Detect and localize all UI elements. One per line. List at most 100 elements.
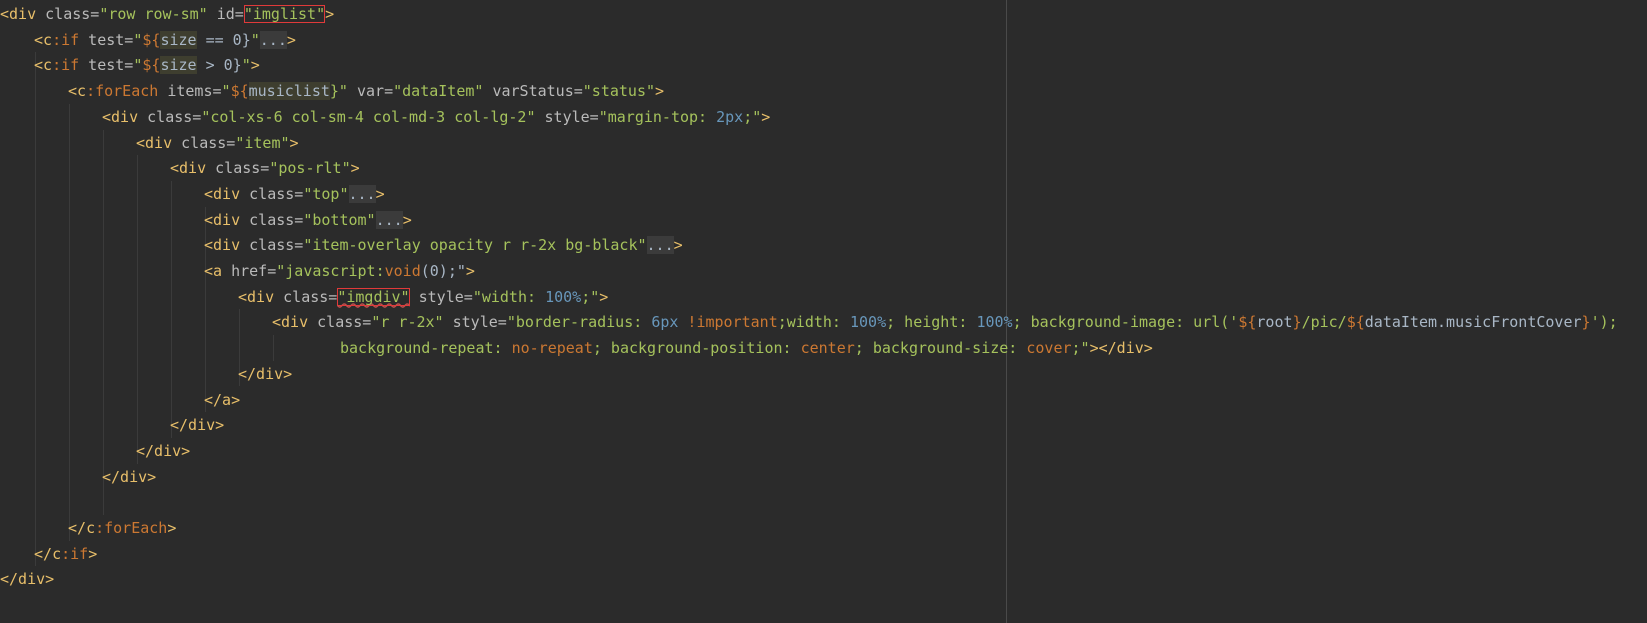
code-token: "row row-sm" (99, 5, 208, 23)
indent-guide (273, 335, 274, 361)
code-line: <div class="row row-sm" id="imglist"> (0, 1, 334, 28)
code-token: < (34, 56, 44, 75)
code-token: </div> (170, 416, 225, 435)
code-token: :if (52, 56, 80, 75)
code-token: c (77, 82, 87, 101)
code-token: !important (678, 313, 778, 332)
code-line: <c:forEach items="${musiclist}" var="dat… (68, 78, 664, 105)
code-token: :forEach (95, 519, 168, 537)
code-token: musiclist (248, 82, 330, 101)
code-token: > (250, 56, 260, 75)
code-token: > (289, 133, 299, 152)
code-token: ; background-image: url(' (1012, 313, 1239, 332)
code-token: "r r-2x" (371, 313, 444, 332)
indent-guide (171, 180, 172, 438)
code-token: '); (1590, 313, 1618, 332)
code-token: "bottom" (303, 210, 376, 229)
code-token: ... (646, 236, 674, 255)
code-token: <div (204, 210, 241, 229)
code-token: c (86, 519, 96, 537)
code-token: 100% (850, 313, 887, 332)
code-token: var= (347, 82, 394, 101)
code-token: ; height: (886, 313, 977, 332)
code-token: <div (238, 287, 275, 306)
code-token: class= (240, 184, 304, 203)
code-token: ${ (230, 82, 249, 101)
code-token: ${ (1238, 313, 1257, 332)
code-token: center (800, 339, 855, 358)
code-token: test= (79, 56, 134, 75)
code-token: </ (34, 544, 53, 563)
code-token: 100% (545, 287, 582, 306)
code-line: <div class="top"...> (204, 181, 385, 208)
code-token: "imgdiv" (337, 287, 410, 306)
code-token: class= (240, 236, 304, 255)
code-token: > (655, 82, 665, 101)
code-token: </a> (204, 390, 241, 409)
code-line: <a href="javascript:void(0);"> (204, 258, 475, 285)
code-token: class= (138, 107, 202, 126)
code-token: == 0} (196, 30, 251, 49)
code-token: <div (272, 313, 309, 332)
code-token: ${ (142, 56, 161, 75)
code-token: ; background-size: (854, 339, 1027, 358)
code-token: > (761, 107, 771, 126)
code-token: size (160, 56, 197, 75)
code-token: "imglist" (243, 5, 326, 23)
code-token: size (160, 30, 197, 49)
code-token: > (599, 287, 609, 306)
code-token: </div> (0, 570, 55, 589)
code-token: " (241, 56, 251, 75)
code-token: background-repeat: (340, 339, 512, 358)
code-token: <div (204, 236, 241, 255)
code-token: class= (36, 5, 100, 23)
code-line: </div> (0, 566, 54, 593)
code-token: "item" (235, 133, 290, 152)
code-token: "item-overlay opacity r r-2x bg-black" (303, 236, 647, 255)
code-token: </div> (102, 467, 157, 486)
code-line: </c:if> (34, 541, 97, 568)
code-token: href= (222, 262, 277, 280)
code-token: ... (348, 184, 376, 203)
code-token: 6px (651, 313, 679, 332)
code-token: c (43, 30, 53, 49)
code-token: class= (206, 159, 270, 178)
code-line: background-repeat: no-repeat; background… (340, 335, 1153, 362)
code-token: ;" (1071, 339, 1090, 358)
code-token: </ (68, 519, 87, 537)
code-token: ;" (581, 287, 600, 306)
code-token: style= (409, 287, 473, 306)
code-line: </div> (238, 361, 292, 388)
code-token: <div (204, 184, 241, 203)
code-token: }" (329, 82, 348, 101)
code-token: c (52, 544, 62, 563)
code-line: </div> (136, 438, 190, 465)
code-editor[interactable]: <div class="row row-sm" id="imglist"> <c:… (0, 0, 1647, 623)
code-token: </div> (136, 441, 191, 460)
code-token: ... (259, 30, 287, 49)
code-token: :if (61, 544, 89, 563)
code-token: ... (375, 210, 403, 229)
code-token: items= (158, 82, 222, 101)
code-token: > (325, 5, 335, 23)
code-token: "margin-top: (598, 107, 717, 126)
code-token: < (34, 30, 44, 49)
code-token: class= (240, 210, 304, 229)
code-token: "pos-rlt" (269, 159, 351, 178)
code-token: <div (136, 133, 173, 152)
code-token: 2px (716, 107, 744, 126)
code-token: "status" (582, 82, 656, 101)
code-token: (0);" (420, 262, 466, 280)
code-token: " (221, 82, 231, 101)
code-token: > (465, 262, 475, 280)
code-token: id= (207, 5, 244, 23)
code-token: > (88, 544, 98, 563)
code-line: </c:forEach> (68, 515, 176, 542)
code-token: void (384, 262, 421, 280)
code-token: <div (170, 159, 207, 178)
code-token: "top" (303, 184, 349, 203)
indent-guide (35, 52, 36, 567)
code-line: <div class="col-xs-6 col-sm-4 col-md-3 c… (102, 104, 770, 131)
code-token: "col-xs-6 col-sm-4 col-md-3 col-lg-2" (201, 107, 536, 126)
code-token: cover (1026, 339, 1072, 358)
